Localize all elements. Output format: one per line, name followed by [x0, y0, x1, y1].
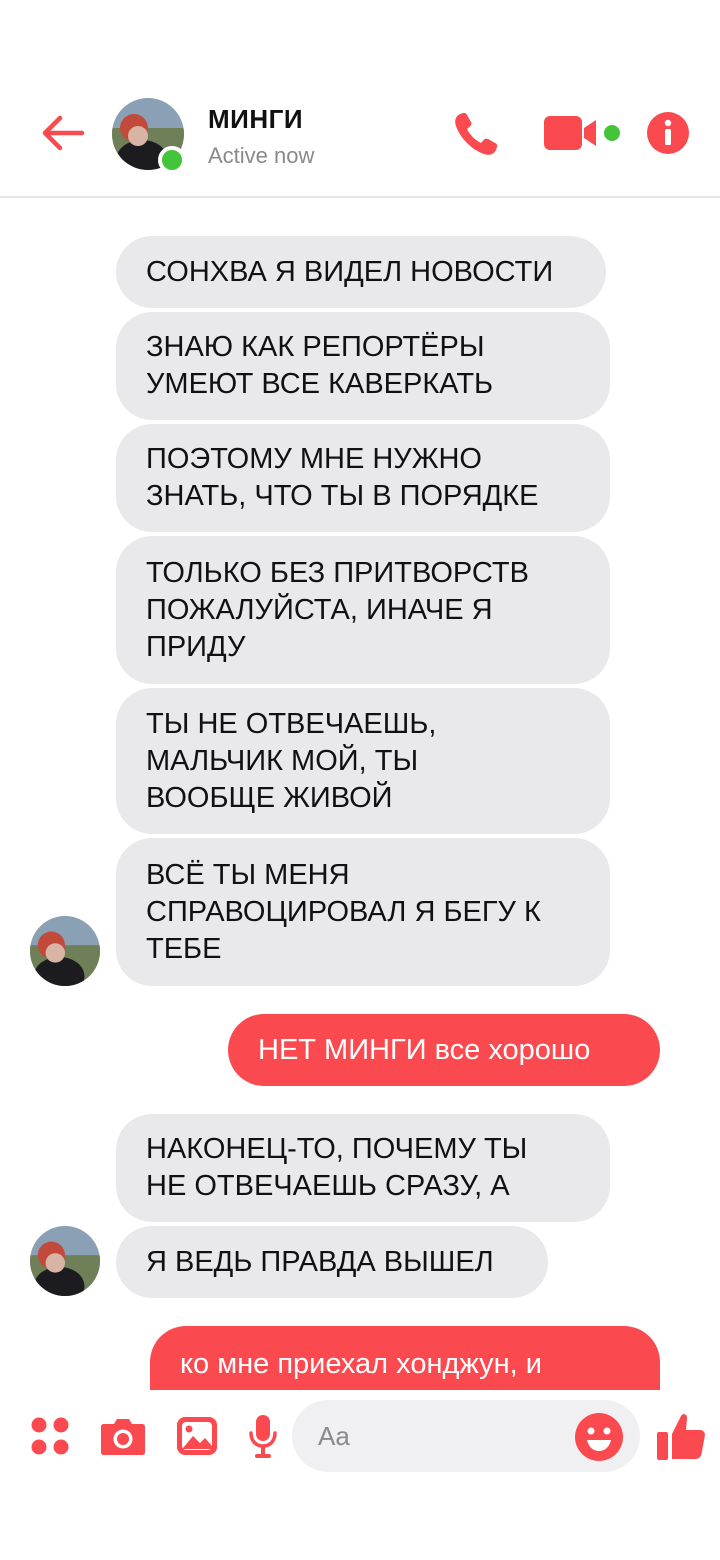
back-arrow-icon[interactable]: [38, 108, 88, 158]
contact-status: Active now: [208, 143, 315, 168]
message-incoming[interactable]: ТЫ НЕ ОТВЕЧАЕШЬ, МАЛЬЧИК МОЙ, ТЫ ВООБЩЕ …: [116, 688, 610, 834]
info-icon[interactable]: [646, 111, 690, 155]
gallery-icon[interactable]: [175, 1415, 219, 1457]
emoji-icon[interactable]: [574, 1412, 624, 1462]
message-incoming[interactable]: СОНХВА Я ВИДЕЛ НОВОСТИ: [116, 236, 606, 308]
contact-name[interactable]: МИНГИ: [208, 104, 303, 135]
message-input-placeholder: Aa: [318, 1421, 350, 1451]
message-incoming[interactable]: ПОЭТОМУ МНЕ НУЖНО ЗНАТЬ, ЧТО ТЫ В ПОРЯДК…: [116, 424, 610, 532]
contact-avatar-small[interactable]: [30, 1226, 100, 1296]
phone-icon[interactable]: [450, 108, 502, 160]
message-incoming[interactable]: ЗНАЮ КАК РЕПОРТЁРЫ УМЕЮТ ВСЕ КАВЕРКАТЬ: [116, 312, 610, 420]
message-incoming[interactable]: ТОЛЬКО БЕЗ ПРИТВОРСТВ ПОЖАЛУЙСТА, ИНАЧЕ …: [116, 536, 610, 684]
message-incoming[interactable]: НАКОНЕЦ-ТО, ПОЧЕМУ ТЫ НЕ ОТВЕЧАЕШЬ СРАЗУ…: [116, 1114, 610, 1222]
camera-icon[interactable]: [100, 1416, 146, 1456]
thumbs-up-icon[interactable]: [655, 1410, 707, 1462]
video-online-indicator: [604, 125, 620, 141]
online-indicator: [158, 146, 186, 174]
video-camera-icon[interactable]: [542, 112, 606, 154]
message-incoming[interactable]: ВСЁ ТЫ МЕНЯ СПРАВОЦИРОВАЛ Я БЕГУ К ТЕБЕ: [116, 838, 610, 986]
chat-header: МИНГИ Active now: [0, 0, 720, 198]
contact-avatar-small[interactable]: [30, 916, 100, 986]
apps-icon[interactable]: [30, 1416, 70, 1456]
message-outgoing[interactable]: НЕТ МИНГИ все хорошо: [228, 1014, 660, 1086]
message-incoming[interactable]: Я ВЕДЬ ПРАВДА ВЫШЕЛ: [116, 1226, 548, 1298]
microphone-icon[interactable]: [248, 1413, 278, 1459]
